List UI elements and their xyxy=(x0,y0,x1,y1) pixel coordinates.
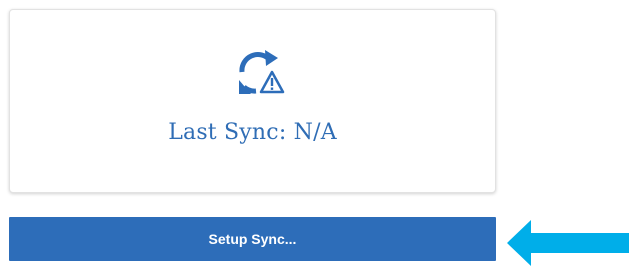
sync-panel: Last Sync: N/A Setup Sync... xyxy=(0,0,629,266)
sync-status-card: Last Sync: N/A xyxy=(9,9,496,193)
setup-sync-button[interactable]: Setup Sync... xyxy=(9,217,496,261)
sync-warning-icon xyxy=(239,50,285,94)
last-sync-status: Last Sync: N/A xyxy=(168,120,337,145)
arrow-left-icon xyxy=(507,220,629,266)
